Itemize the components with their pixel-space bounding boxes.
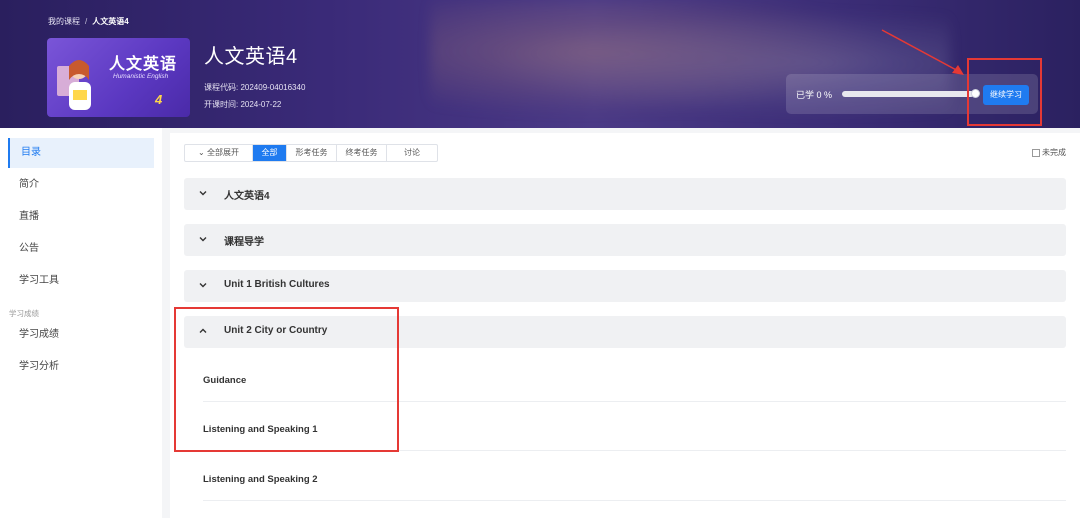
cover-number: 4 — [155, 92, 163, 107]
sidebar-item-intro[interactable]: 简介 — [8, 170, 154, 200]
course-start-time: 开课时间: 2024-07-22 — [204, 100, 282, 109]
filter-toolbar: ⌄ 全部展开 全部 形考任务 终考任务 讨论 — [184, 144, 438, 162]
chapter-title: Unit 1 British Cultures — [224, 279, 330, 290]
course-code: 课程代码: 202409-04016340 — [204, 83, 306, 92]
sidebar-item-tools[interactable]: 学习工具 — [8, 266, 154, 296]
chapter-title: 课程导学 — [224, 237, 264, 248]
filter-tab-all[interactable]: 全部 — [253, 145, 287, 161]
row-divider — [203, 500, 1066, 501]
course-title: 人文英语4 — [204, 46, 298, 68]
annotation-highlight-continue — [967, 58, 1042, 126]
filter-tab-final[interactable]: 终考任务 — [337, 145, 387, 161]
sidebar-item-catalog[interactable]: 目录 — [8, 138, 154, 168]
breadcrumb-my-courses[interactable]: 我的课程 — [48, 17, 80, 26]
annotation-highlight-unit2 — [174, 307, 399, 452]
cover-subtitle: Humanistic English — [113, 73, 169, 80]
chevron-down-icon — [199, 191, 207, 196]
cover-title: 人文英语 — [109, 56, 178, 73]
course-header: 我的课程 / 人文英语4 人文英语 Humanistic English 4 人文英… — [0, 0, 1080, 128]
progress-label: 已学 0 % — [796, 90, 833, 100]
unfinished-label: 未完成 — [1042, 148, 1066, 157]
expand-all-button[interactable]: ⌄ 全部展开 — [185, 145, 253, 161]
breadcrumb-separator: / — [85, 17, 88, 26]
chapter-row[interactable]: 人文英语4 — [184, 178, 1066, 210]
unfinished-checkbox[interactable] — [1032, 148, 1040, 157]
course-cover-image: 人文英语 Humanistic English 4 — [47, 38, 190, 117]
sidebar-item-grades[interactable]: 学习成绩 — [8, 320, 154, 350]
chevron-down-icon — [199, 237, 207, 242]
chapter-title: 人文英语4 — [224, 191, 270, 202]
chapter-row[interactable]: Unit 1 British Cultures — [184, 270, 1066, 302]
double-chevron-down-icon: ⌄ — [198, 148, 205, 157]
student-illustration-icon — [57, 60, 91, 110]
progress-bar — [842, 91, 974, 97]
annotation-arrow-icon — [881, 29, 964, 75]
filter-tab-formative[interactable]: 形考任务 — [287, 145, 337, 161]
unfinished-filter[interactable]: 未完成 — [1032, 147, 1066, 158]
sidebar-section-header: 学习成绩 — [9, 309, 39, 318]
lesson-title: Listening and Speaking 2 — [203, 474, 318, 485]
sidebar-item-announcements[interactable]: 公告 — [8, 234, 154, 264]
sidebar-item-live[interactable]: 直播 — [8, 202, 154, 232]
lesson-row[interactable]: Listening and Speaking 2 — [184, 461, 1066, 501]
chevron-down-icon — [199, 283, 207, 288]
chapter-row[interactable]: 课程导学 — [184, 224, 1066, 256]
breadcrumb-current: 人文英语4 — [92, 17, 129, 26]
expand-all-label: 全部展开 — [206, 148, 239, 157]
sidebar: 目录 简介 直播 公告 学习工具 学习成绩 学习成绩 学习分析 — [0, 128, 162, 518]
breadcrumb: 我的课程 / 人文英语4 — [48, 16, 129, 27]
filter-tab-discussion[interactable]: 讨论 — [387, 145, 437, 161]
sidebar-item-analysis[interactable]: 学习分析 — [8, 352, 154, 382]
